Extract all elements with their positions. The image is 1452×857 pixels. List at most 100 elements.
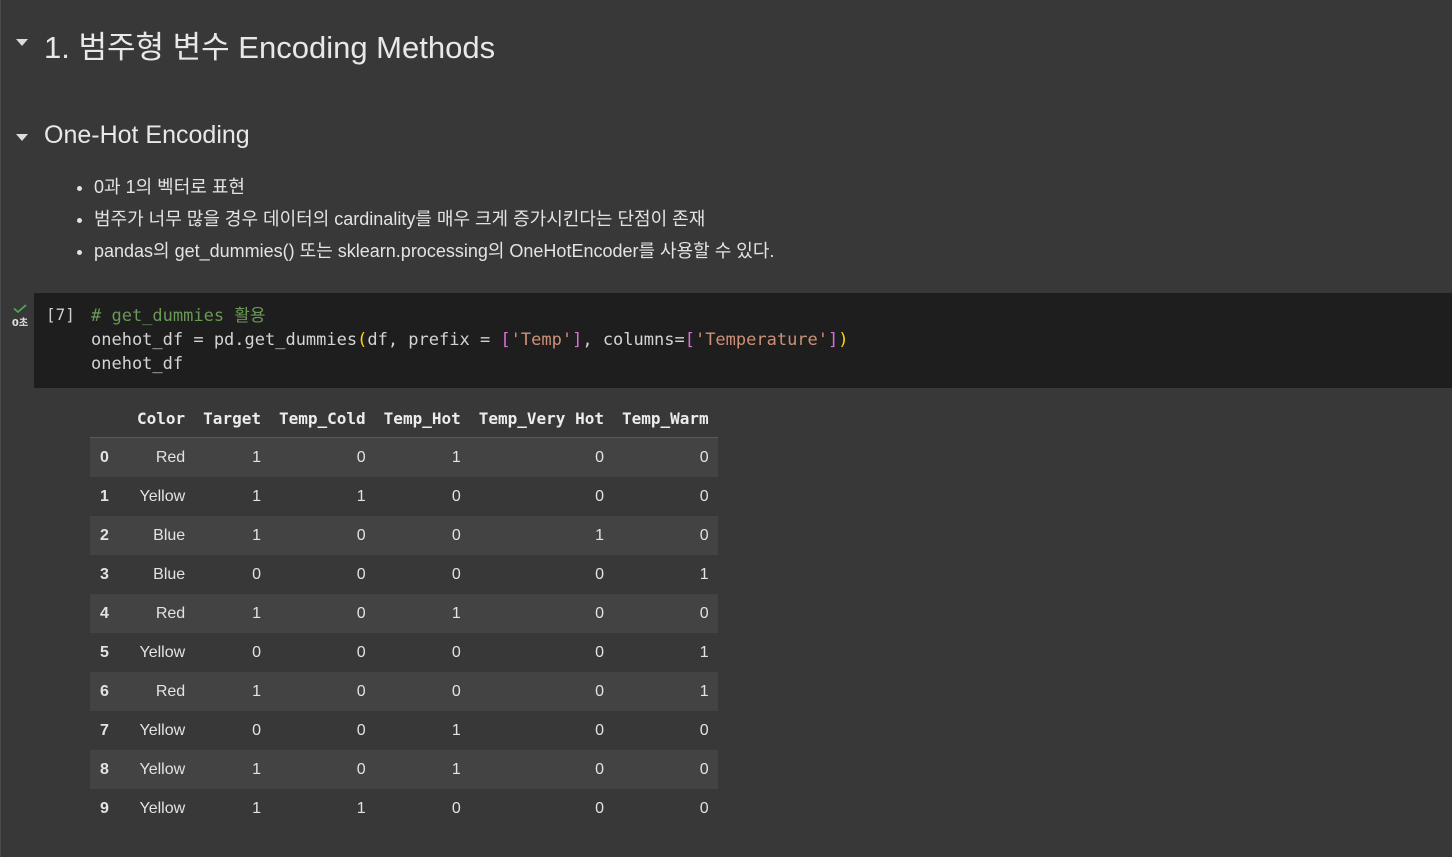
table-row: 0 Red 1 0 1 0 0 [90,437,718,477]
bullet-item: pandas의 get_dummies() 또는 sklearn.process… [94,235,774,267]
code-token: [ [684,330,695,350]
table-cell: 0 [269,633,375,672]
table-cell: 1 [194,437,270,477]
table-cell: 0 [374,516,470,555]
table-cell: 0 [469,633,613,672]
left-divider [0,0,1,857]
table-cell: 0 [469,711,613,750]
table-cell: 0 [374,477,470,516]
table-body: 0 Red 1 0 1 0 0 1 Yellow 1 1 0 0 0 2 Blue 1 0 0 1 0 3 Blue 0 0 0 0… [90,437,718,828]
table-cell: 1 [374,594,470,633]
table-cell: Blue [128,516,195,555]
table-cell: 1 [194,672,270,711]
table-cell: 0 [469,437,613,477]
table-cell: 1 [194,477,270,516]
row-index: 0 [90,437,128,477]
table-cell: 0 [269,437,375,477]
cell-run-status[interactable]: 0초 [8,304,32,329]
column-header: Temp_Very Hot [469,399,613,438]
table-cell: 0 [469,789,613,828]
table-cell: 0 [469,477,613,516]
section-heading-2: One-Hot Encoding [44,121,250,149]
row-index: 9 [90,789,128,828]
table-cell: 0 [269,555,375,594]
table-row: 2 Blue 1 0 0 1 0 [90,516,718,555]
table-cell: 1 [612,672,718,711]
table-cell: Yellow [128,750,195,789]
table-cell: Red [128,672,195,711]
table-cell: 0 [269,594,375,633]
column-header: Target [194,399,270,438]
section-heading-1: 1. 범주형 변수 Encoding Methods [44,30,496,65]
row-index: 7 [90,711,128,750]
table-cell: 0 [469,750,613,789]
execution-count[interactable]: [7] [46,305,75,324]
table-cell: 1 [469,516,613,555]
table-cell: 0 [194,711,270,750]
table-row: 1 Yellow 1 1 0 0 0 [90,477,718,516]
row-index: 8 [90,750,128,789]
output-dataframe: Color Target Temp_Cold Temp_Hot Temp_Ver… [90,399,718,828]
code-editor[interactable]: # get_dummies 활용 onehot_df = pd.get_dumm… [91,304,849,376]
table-row: 7 Yellow 0 0 1 0 0 [90,711,718,750]
table-cell: 0 [374,672,470,711]
table-cell: Yellow [128,789,195,828]
code-comment: # get_dummies 활용 [91,306,266,326]
code-token: [ [500,330,511,350]
table-cell: 1 [194,750,270,789]
table-cell: 0 [374,555,470,594]
table-cell: 0 [269,750,375,789]
code-token: ] [572,330,583,350]
table-cell: 1 [612,555,718,594]
table-cell: 0 [612,516,718,555]
table-cell: 0 [612,711,718,750]
code-string: 'Temperature' [694,330,829,350]
code-token: ) [838,330,849,350]
table-cell: Yellow [128,477,195,516]
code-token: onehot_df = pd.get_dummies [91,330,358,350]
table-cell: 0 [194,633,270,672]
column-header [90,399,128,438]
table-cell: 0 [612,594,718,633]
run-time-label: 0초 [11,318,29,329]
table-cell: 1 [269,477,375,516]
code-string: 'Temp' [510,330,573,350]
row-index: 5 [90,633,128,672]
table-cell: 0 [269,516,375,555]
table-cell: 1 [194,516,270,555]
table-cell: 0 [612,789,718,828]
table-cell: 0 [612,437,718,477]
table-cell: 0 [269,672,375,711]
table-cell: Blue [128,555,195,594]
code-token: ] [828,330,839,350]
table-row: 4 Red 1 0 1 0 0 [90,594,718,633]
code-token: ( [357,330,368,350]
check-icon [13,304,27,313]
table-row: 5 Yellow 0 0 0 0 1 [90,633,718,672]
table-cell: Red [128,437,195,477]
table-row: 9 Yellow 1 1 0 0 0 [90,789,718,828]
table-cell: 1 [374,711,470,750]
column-header: Temp_Cold [269,399,375,438]
table-row: 6 Red 1 0 0 0 1 [90,672,718,711]
chevron-down-icon[interactable] [14,129,30,145]
table-cell: 1 [194,594,270,633]
table-cell: 0 [612,477,718,516]
table-cell: 1 [269,789,375,828]
row-index: 6 [90,672,128,711]
table-cell: 0 [269,711,375,750]
table-row: 8 Yellow 1 0 1 0 0 [90,750,718,789]
table-cell: 1 [194,789,270,828]
table-header-row: Color Target Temp_Cold Temp_Hot Temp_Ver… [90,399,718,438]
table-cell: 0 [469,672,613,711]
chevron-down-icon[interactable] [14,34,30,50]
code-token: onehot_df [91,354,184,374]
bullet-item: 0과 1의 벡터로 표현 [94,171,774,203]
column-header: Temp_Hot [374,399,470,438]
row-index: 2 [90,516,128,555]
bullet-list: 0과 1의 벡터로 표현 범주가 너무 많을 경우 데이터의 cardinali… [74,171,774,267]
table-cell: Red [128,594,195,633]
notebook-page: 1. 범주형 변수 Encoding Methods One-Hot Encod… [0,0,1452,857]
column-header: Color [128,399,195,438]
table-cell: 0 [469,555,613,594]
